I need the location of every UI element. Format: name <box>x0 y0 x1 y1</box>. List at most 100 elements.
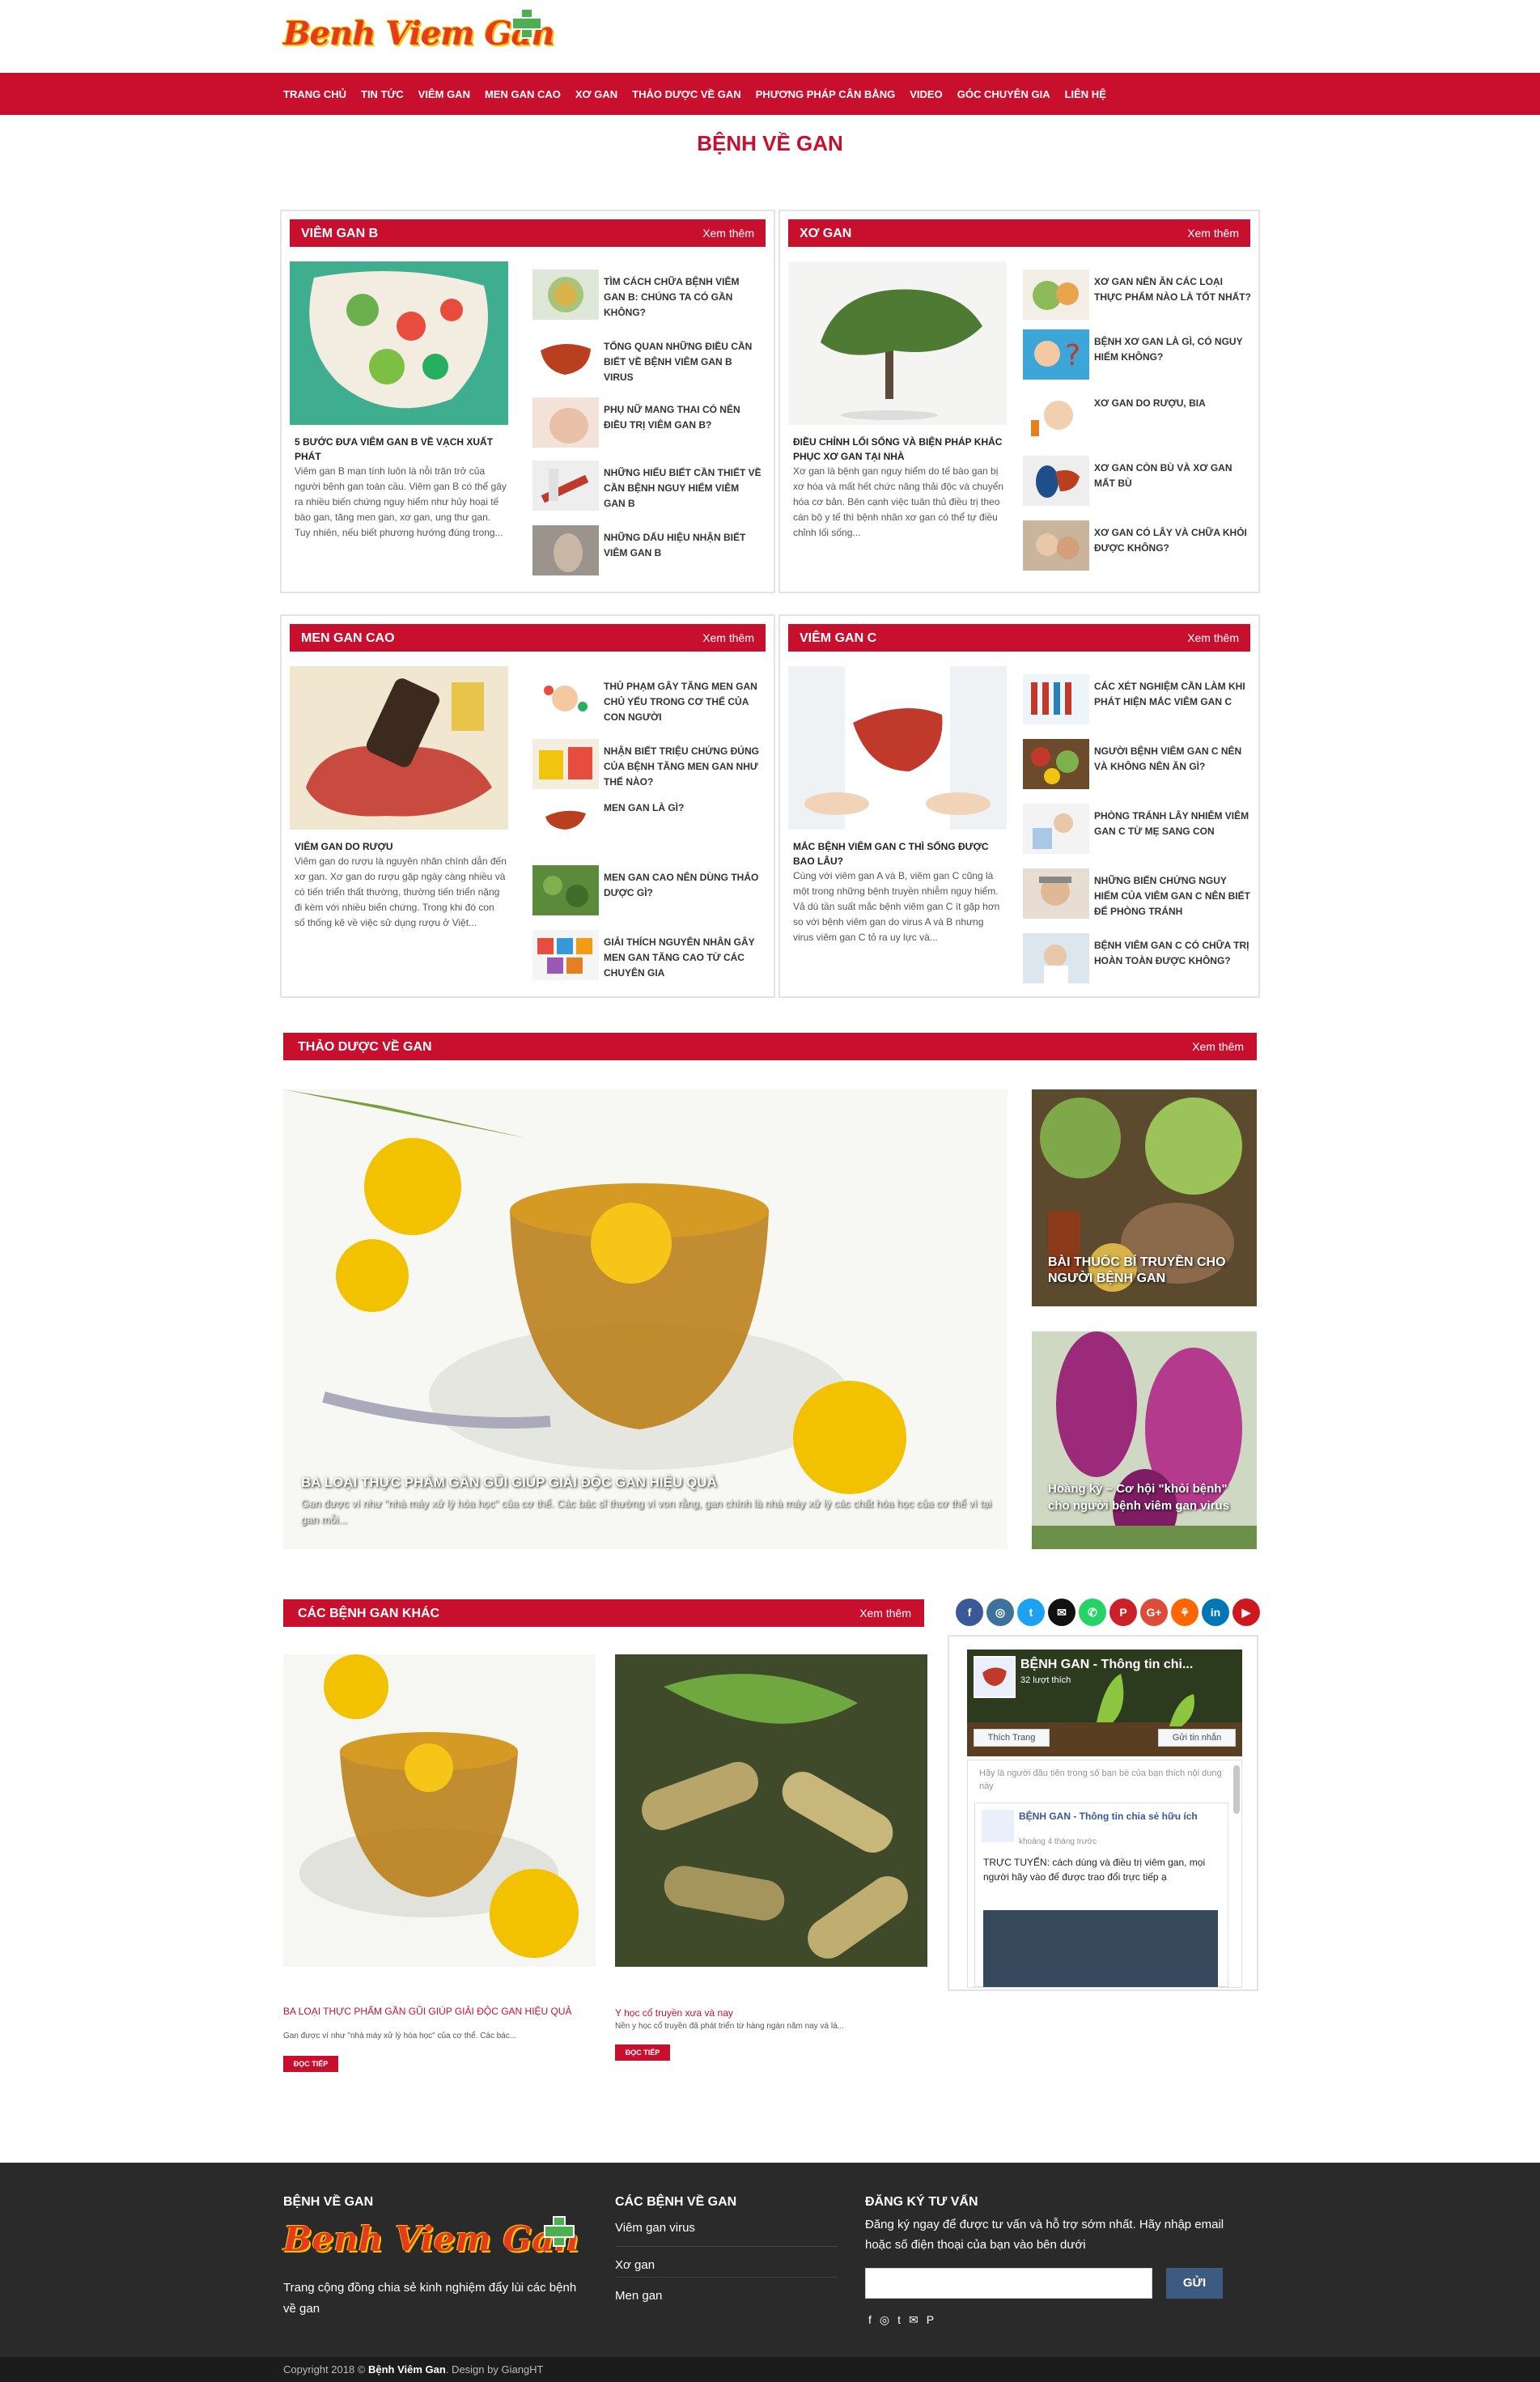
post-thumbnail[interactable] <box>532 397 599 448</box>
featured-image[interactable] <box>788 261 1007 425</box>
card-image[interactable] <box>283 1654 596 1967</box>
post-thumbnail[interactable] <box>532 461 599 511</box>
send-message-button[interactable]: Gửi tin nhắn <box>1158 1729 1236 1747</box>
list-item[interactable]: NGƯỜI BỆNH VIÊM GAN C NÊN VÀ KHÔNG NÊN Ă… <box>1023 739 1258 791</box>
list-item[interactable]: BỆNH VIÊM GAN C CÓ CHỮA TRỊ HOÀN TOÀN ĐƯ… <box>1023 933 1258 985</box>
footer-link[interactable]: Xơ gan <box>615 2247 838 2278</box>
nav-item-expert-corner[interactable]: GÓC CHUYÊN GIA <box>957 88 1050 100</box>
post-title[interactable]: MEN GAN LÀ GÌ? <box>604 800 762 816</box>
email-icon[interactable]: ✉ <box>1048 1599 1075 1626</box>
view-more-link[interactable]: Xem thêm <box>702 631 754 644</box>
facebook-timeline[interactable]: Hãy là người đầu tiên trong số bạn bè củ… <box>967 1760 1242 1988</box>
nav-item-liver-enzymes[interactable]: MEN GAN CAO <box>485 88 561 100</box>
list-item[interactable]: XƠ GAN CÒN BÙ VÀ XƠ GAN MẤT BÙ <box>1023 456 1258 507</box>
post-title[interactable]: TÌM CÁCH CHỮA BỆNH VIÊM GAN B: CHÚNG TA … <box>604 274 762 321</box>
nav-item-hepatitis[interactable]: VIÊM GAN <box>418 88 470 100</box>
pinterest-icon[interactable]: P <box>927 2313 934 2327</box>
post-title[interactable]: NHỮNG HIỂU BIẾT CẦN THIẾT VỀ CẦN BỆNH NG… <box>604 465 762 512</box>
herbs-side-card[interactable]: Hoàng kỳ – Cơ hội "khỏi bệnh" cho người … <box>1032 1331 1257 1549</box>
twitter-icon[interactable]: t <box>897 2313 901 2327</box>
nav-item-news[interactable]: TIN TỨC <box>361 88 404 100</box>
nav-item-herbs[interactable]: THẢO DƯỢC VỀ GAN <box>632 88 741 100</box>
herbs-side-card[interactable]: BÀI THUỐC BÍ TRUYỀN CHO NGƯỜI BỆNH GAN <box>1032 1089 1257 1306</box>
featured-post-title[interactable]: MẮC BỆNH VIÊM GAN C THÌ SỐNG ĐƯỢC BAO LÂ… <box>793 839 1005 868</box>
card-image[interactable] <box>615 1654 927 1967</box>
instagram-icon[interactable]: ◎ <box>880 2313 889 2327</box>
post-title[interactable]: BỆNH XƠ GAN LÀ GÌ, CÓ NGUY HIỂM KHÔNG? <box>1094 334 1252 365</box>
post-thumbnail[interactable] <box>532 796 599 846</box>
post-thumbnail[interactable] <box>1023 933 1089 983</box>
card-title[interactable]: Y học cổ truyền xưa và nay <box>615 2007 927 2019</box>
post-thumbnail[interactable] <box>1023 868 1089 919</box>
post-thumbnail[interactable] <box>1023 674 1089 724</box>
facebook-icon[interactable]: f <box>956 1599 983 1626</box>
post-title[interactable]: MEN GAN CAO NÊN DÙNG THẢO DƯỢC GÌ? <box>604 870 762 901</box>
list-item[interactable]: XƠ GAN CÓ LÂY VÀ CHỮA KHỎI ĐƯỢC KHÔNG? <box>1023 520 1258 572</box>
post-thumbnail[interactable] <box>1023 456 1089 506</box>
copyright-brand[interactable]: Bệnh Viêm Gan <box>368 2363 446 2376</box>
facebook-cover[interactable]: BỆNH GAN - Thông tin chi... 32 lượt thíc… <box>967 1650 1242 1756</box>
post-thumbnail[interactable] <box>532 270 599 320</box>
featured-post-title[interactable]: VIÊM GAN DO RƯỢU <box>295 839 507 854</box>
list-item[interactable]: TÌM CÁCH CHỮA BỆNH VIÊM GAN B: CHÚNG TA … <box>532 270 767 321</box>
twitter-icon[interactable]: t <box>1017 1599 1045 1626</box>
post-image[interactable] <box>983 1910 1218 1987</box>
post-thumbnail[interactable] <box>1023 520 1089 571</box>
list-item[interactable]: MEN GAN CAO NÊN DÙNG THẢO DƯỢC GÌ? <box>532 865 767 917</box>
instagram-icon[interactable]: ◎ <box>986 1599 1014 1626</box>
like-page-button[interactable]: Thích Trang <box>974 1729 1050 1747</box>
vk-icon[interactable]: ⚘ <box>1171 1599 1198 1626</box>
post-thumbnail[interactable] <box>1023 739 1089 789</box>
list-item[interactable]: GIẢI THÍCH NGUYÊN NHÂN GÂY MEN GAN TĂNG … <box>532 930 767 982</box>
nav-item-contact[interactable]: LIÊN HỆ <box>1065 88 1106 100</box>
page-avatar[interactable] <box>974 1656 1016 1698</box>
post-title[interactable]: XƠ GAN CÓ LÂY VÀ CHỮA KHỎI ĐƯỢC KHÔNG? <box>1094 525 1252 556</box>
nav-item-home[interactable]: TRANG CHỦ <box>283 88 346 100</box>
read-more-button[interactable]: ĐỌC TIẾP <box>283 2056 338 2072</box>
email-icon[interactable]: ✉ <box>909 2313 918 2327</box>
post-thumbnail[interactable] <box>532 739 599 789</box>
read-more-button[interactable]: ĐỌC TIẾP <box>615 2044 670 2061</box>
post-thumbnail[interactable] <box>532 525 599 575</box>
post-page-name[interactable]: BỆNH GAN - Thông tin chia sẻ hữu ích <box>1019 1810 1205 1823</box>
site-logo[interactable]: Benh Viem Gan <box>283 6 555 63</box>
post-thumbnail[interactable] <box>532 930 599 980</box>
nav-item-video[interactable]: VIDEO <box>910 88 942 100</box>
post-title[interactable]: THỦ PHẠM GÂY TĂNG MEN GAN CHỦ YẾU TRONG … <box>604 679 762 725</box>
herbs-featured-card[interactable]: BA LOẠI THỰC PHẨM GẦN GŨI GIÚP GIẢI ĐỘC … <box>283 1089 1008 1549</box>
post-title[interactable]: PHỤ NỮ MANG THAI CÓ NÊN ĐIỀU TRỊ VIÊM GA… <box>604 402 762 433</box>
post-title[interactable]: XƠ GAN NÊN ĂN CÁC LOẠI THỰC PHẨM NÀO LÀ … <box>1094 274 1252 305</box>
view-more-link[interactable]: Xem thêm <box>1187 227 1239 240</box>
post-title[interactable]: NGƯỜI BỆNH VIÊM GAN C NÊN VÀ KHÔNG NÊN Ă… <box>1094 744 1252 775</box>
featured-image[interactable] <box>290 261 508 425</box>
pinterest-icon[interactable]: P <box>1109 1599 1137 1626</box>
footer-link[interactable]: Men gan <box>615 2278 838 2308</box>
submit-button[interactable]: GỬI <box>1166 2268 1223 2299</box>
post-title[interactable]: NHẬN BIẾT TRIỆU CHỨNG ĐÚNG CỦA BỆNH TĂNG… <box>604 744 762 790</box>
view-more-link[interactable]: Xem thêm <box>1187 631 1239 644</box>
list-item[interactable]: PHÒNG TRÁNH LÂY NHIỄM VIÊM GAN C TỪ MẸ S… <box>1023 804 1258 856</box>
phone-icon[interactable]: ✆ <box>1079 1599 1106 1626</box>
post-title[interactable]: Hoàng kỳ – Cơ hội "khỏi bệnh" cho người … <box>1048 1480 1242 1514</box>
list-item[interactable]: THỦ PHẠM GÂY TĂNG MEN GAN CHỦ YẾU TRONG … <box>532 674 767 726</box>
view-more-link[interactable]: Xem thêm <box>702 227 754 240</box>
list-item[interactable]: MEN GAN LÀ GÌ? <box>532 796 767 847</box>
view-more-link[interactable]: Xem thêm <box>859 1607 911 1620</box>
nav-item-cirrhosis[interactable]: XƠ GAN <box>575 88 617 100</box>
nav-item-balance-method[interactable]: PHƯƠNG PHÁP CÂN BẰNG <box>756 88 896 100</box>
list-item[interactable]: ? BỆNH XƠ GAN LÀ GÌ, CÓ NGUY HIỂM KHÔNG? <box>1023 329 1258 381</box>
post-thumbnail[interactable] <box>532 674 599 724</box>
post-title[interactable]: PHÒNG TRÁNH LÂY NHIỄM VIÊM GAN C TỪ MẸ S… <box>1094 809 1252 839</box>
view-more-link[interactable]: Xem thêm <box>1192 1040 1244 1053</box>
footer-logo[interactable]: Benh Viem Gan <box>283 2216 579 2268</box>
post-title[interactable]: CÁC XÉT NGHIỆM CẦN LÀM KHI PHÁT HIỆN MẮC… <box>1094 679 1252 710</box>
list-item[interactable]: CÁC XÉT NGHIỆM CẦN LÀM KHI PHÁT HIỆN MẮC… <box>1023 674 1258 726</box>
card-title[interactable]: BA LOẠI THỰC PHẨM GẦN GŨI GIÚP GIẢI ĐỘC … <box>283 2006 596 2017</box>
scrollbar[interactable] <box>1233 1765 1240 1814</box>
featured-post-title[interactable]: 5 BƯỚC ĐƯA VIÊM GAN B VỀ VẠCH XUẤT PHÁT <box>295 435 507 464</box>
featured-post-title[interactable]: ĐIỀU CHỈNH LỐI SỐNG VÀ BIỆN PHÁP KHẮC PH… <box>793 435 1005 464</box>
post-title[interactable]: TỔNG QUAN NHỮNG ĐIỀU CẦN BIẾT VỀ BỆNH VI… <box>604 339 762 385</box>
facebook-icon[interactable]: f <box>868 2313 872 2327</box>
linkedin-icon[interactable]: in <box>1202 1599 1229 1626</box>
post-title[interactable]: GIẢI THÍCH NGUYÊN NHÂN GÂY MEN GAN TĂNG … <box>604 935 762 981</box>
